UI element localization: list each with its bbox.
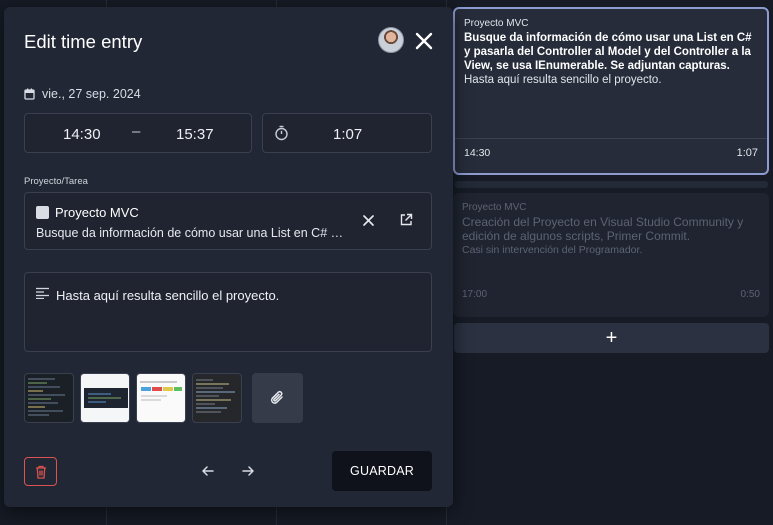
clear-icon[interactable]	[362, 214, 375, 227]
note-field[interactable]: Hasta aquí resulta sencillo el proyecto.	[24, 272, 432, 352]
entry-description: Creación del Proyecto en Visual Studio C…	[462, 215, 744, 243]
attachment-thumbnail[interactable]	[24, 373, 74, 423]
align-left-icon	[36, 287, 49, 299]
user-avatar[interactable]	[378, 27, 404, 53]
entry-note: Hasta aquí resulta sencillo el proyecto.	[464, 74, 662, 86]
duration-field[interactable]: 1:07	[262, 113, 432, 153]
entry-duration: 1:07	[736, 147, 758, 159]
project-name: Proyecto MVC	[55, 205, 139, 220]
arrow-left-icon[interactable]	[200, 463, 216, 479]
add-entry-button[interactable]: +	[454, 323, 769, 353]
time-separator: –	[132, 123, 141, 140]
entry-project: Proyecto MVC	[464, 18, 529, 29]
start-time-input[interactable]: 14:30	[63, 126, 101, 143]
entry-project: Proyecto MVC	[462, 202, 527, 213]
attachment-thumbnail[interactable]	[80, 373, 130, 423]
time-entry-card-selected[interactable]: Proyecto MVC Busque da información de có…	[453, 7, 769, 175]
duration-input[interactable]: 1:07	[333, 126, 362, 143]
stopwatch-icon	[275, 125, 288, 141]
entry-divider	[455, 138, 767, 139]
paperclip-icon	[270, 390, 283, 404]
entry-date: vie., 27 sep. 2024	[42, 87, 141, 101]
edit-time-entry-dialog: Edit time entry vie., 27 sep. 2024 14:30…	[4, 7, 453, 507]
delete-button[interactable]	[24, 457, 57, 486]
attachments-list	[24, 373, 242, 423]
external-link-icon[interactable]	[399, 213, 413, 227]
arrow-right-icon[interactable]	[240, 463, 256, 479]
entry-start-time: 17:00	[462, 289, 488, 300]
close-icon	[415, 32, 433, 50]
project-color-swatch	[36, 206, 49, 219]
time-range-field[interactable]: 14:30 – 15:37	[24, 113, 252, 153]
project-selector[interactable]: Proyecto MVC Busque da información de có…	[24, 192, 432, 250]
attach-file-button[interactable]	[252, 373, 303, 423]
time-entry-placeholder	[455, 181, 768, 188]
task-description: Busque da información de cómo usar una L…	[36, 226, 346, 240]
entry-duration: 0:50	[740, 289, 760, 300]
entry-note: Casi sin intervención del Programador.	[462, 244, 643, 256]
close-button[interactable]	[413, 30, 435, 52]
attachment-thumbnail[interactable]	[136, 373, 186, 423]
note-text: Hasta aquí resulta sencillo el proyecto.	[56, 288, 280, 303]
trash-icon	[35, 465, 46, 479]
time-entry-card[interactable]: Proyecto MVC Creación del Proyecto en Vi…	[453, 193, 769, 317]
end-time-input[interactable]: 15:37	[176, 126, 214, 143]
date-selector[interactable]: vie., 27 sep. 2024	[24, 87, 141, 101]
calendar-icon	[24, 88, 35, 100]
save-button[interactable]: GUARDAR	[332, 451, 432, 491]
attachment-thumbnail[interactable]	[192, 373, 242, 423]
entry-start-time: 14:30	[464, 147, 491, 159]
project-label: Proyecto/Tarea	[24, 176, 88, 187]
entry-description: Busque da información de cómo usar una L…	[464, 32, 752, 72]
dialog-title: Edit time entry	[24, 31, 143, 52]
